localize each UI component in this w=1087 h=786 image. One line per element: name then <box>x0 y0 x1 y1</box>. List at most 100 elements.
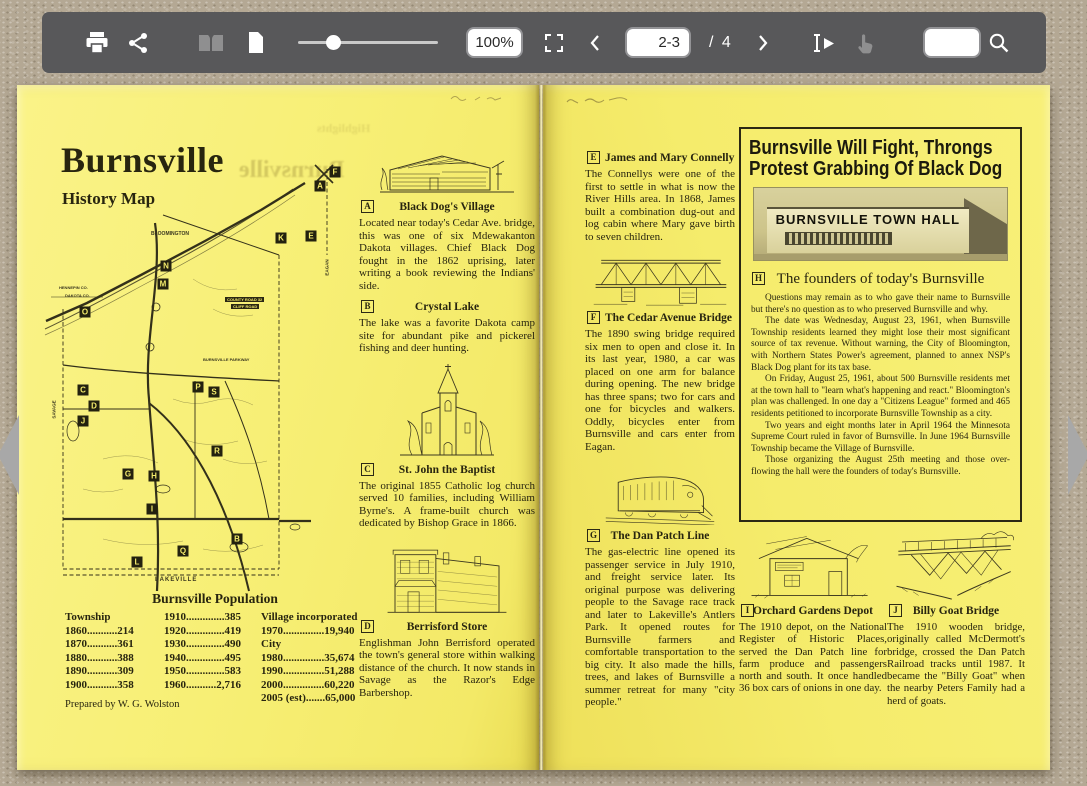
prepared-by-credit: Prepared by W. G. Wolston <box>65 699 179 710</box>
headline-line-2: Protest Grabbing Of Black Dog <box>749 159 975 180</box>
map-marker-P: P <box>193 382 204 393</box>
map-roads <box>43 159 345 593</box>
left-page-column: A Black Dog's Village Located near today… <box>359 148 535 707</box>
fullscreen-button[interactable] <box>545 34 563 52</box>
town-hall-sign: BURNSVILLE TOWN HALL <box>767 212 969 227</box>
share-button[interactable] <box>127 32 149 54</box>
section-title: St. John the Baptist <box>359 463 535 477</box>
single-page-view-icon <box>246 31 266 54</box>
map-marker-F: F <box>330 167 341 178</box>
section-letter: B <box>361 300 374 313</box>
section-letter: I <box>741 604 754 617</box>
church-illustration <box>392 363 502 459</box>
right-page[interactable]: E James and Mary Connelly The Connellys … <box>543 85 1050 770</box>
map-marker-D: D <box>89 401 100 412</box>
pencil-scribble <box>447 91 507 105</box>
previous-page-button[interactable] <box>589 34 601 52</box>
search-button[interactable] <box>988 32 1010 54</box>
pencil-scribble <box>563 93 633 107</box>
section-title: The Cedar Avenue Bridge <box>585 311 735 325</box>
zoom-slider-thumb[interactable] <box>326 35 341 50</box>
zoom-level-display[interactable]: 100% <box>466 27 523 58</box>
print-button[interactable] <box>85 32 109 54</box>
fullscreen-icon <box>545 34 563 52</box>
previous-spread-arrow[interactable] <box>0 415 19 495</box>
viewer-toolbar: 100% / 4 <box>42 12 1046 73</box>
section-text: The 1910 depot, on the National Register… <box>739 621 887 695</box>
right-page-left-column: E James and Mary Connelly The Connellys … <box>585 151 735 717</box>
zoom-slider[interactable] <box>298 41 438 44</box>
map-label-eagan: EAGAN <box>325 259 330 275</box>
population-col-city: Village incorporated 1970...............… <box>261 611 357 706</box>
section-i: I Orchard Gardens Depot The 1910 depot, … <box>739 604 887 695</box>
hand-tool-icon <box>855 32 875 54</box>
share-icon <box>127 32 149 54</box>
left-page[interactable]: Highlights Burnsville Burnsville History… <box>17 85 539 770</box>
section-c: C St. John the Baptist The original 1855… <box>359 463 535 530</box>
section-text: The 1890 swing bridge required six men t… <box>585 328 735 453</box>
single-page-view-button[interactable] <box>246 31 266 54</box>
map-label-lakeville: LAKEVILLE <box>155 577 197 583</box>
section-letter: G <box>587 529 600 542</box>
search-icon <box>988 32 1010 54</box>
map-label-county-road: COUNTY ROAD 32 <box>225 297 264 302</box>
map-marker-E: E <box>306 231 317 242</box>
section-letter: J <box>889 604 902 617</box>
section-title: Crystal Lake <box>359 300 535 314</box>
section-letter: F <box>587 311 600 324</box>
two-page-view-button[interactable] <box>196 32 226 54</box>
search-input[interactable] <box>923 27 981 58</box>
next-page-button[interactable] <box>757 34 769 52</box>
map-label-savage: SAVAGE <box>52 400 57 418</box>
map-marker-M: M <box>158 279 169 290</box>
next-spread-arrow[interactable] <box>1068 415 1087 495</box>
map-marker-O: O <box>80 307 91 318</box>
section-text: The Connellys were one of the first to s… <box>585 168 735 243</box>
founders-text: Questions may remain as to who gave thei… <box>751 293 1010 479</box>
section-letter: H <box>752 272 765 285</box>
map-label-parkway: BURNSVILLE PARKWAY <box>203 357 249 362</box>
section-title: Berrisford Store <box>359 620 535 634</box>
section-text: The 1910 wooden bridge, originally calle… <box>887 621 1025 707</box>
map-label-hennepin: HENNEPIN CO. <box>59 285 88 290</box>
photo-window-strip <box>785 232 892 245</box>
founders-title: The founders of today's Burnsville <box>777 271 985 287</box>
chevron-right-icon <box>757 34 769 52</box>
section-title: Orchard Gardens Depot <box>739 604 887 618</box>
book-spine <box>535 85 547 770</box>
map-marker-N: N <box>161 261 172 272</box>
text-select-tool-button[interactable] <box>809 32 835 54</box>
hand-tool-button[interactable] <box>855 32 875 54</box>
map-marker-S: S <box>209 387 220 398</box>
headline: Burnsville Will Fight, Throngs Protest G… <box>749 138 1012 180</box>
section-j: J Billy Goat Bridge The 1910 wooden brid… <box>887 604 1025 707</box>
log-cabin-illustration <box>372 150 522 196</box>
section-e: E James and Mary Connelly The Connellys … <box>585 151 735 243</box>
section-text: Located near today's Cedar Ave. bridge, … <box>359 217 535 292</box>
section-text: Englishman John Berrisford operated the … <box>359 637 535 700</box>
map-label-cliff-road: CLIFF ROAD <box>231 304 259 309</box>
section-a: A Black Dog's Village Located near today… <box>359 200 535 292</box>
photo-ground <box>754 254 1007 260</box>
train-illustration <box>595 461 725 525</box>
section-title: Billy Goat Bridge <box>887 604 1025 618</box>
store-illustration <box>377 538 517 616</box>
map-marker-A: A <box>315 181 326 192</box>
map-marker-L: L <box>132 557 143 568</box>
section-letter: C <box>361 463 374 476</box>
founders-heading: H The founders of today's Burnsville <box>741 270 1020 288</box>
newspaper-clipping: Burnsville Will Fight, Throngs Protest G… <box>739 127 1022 522</box>
wooden-bridge-illustration <box>891 531 1019 601</box>
photo-roof-shadow <box>964 198 1007 260</box>
headline-line-1: Burnsville Will Fight, Throngs <box>749 138 975 159</box>
population-col-mid: 1910..............385 1920..............… <box>164 611 241 692</box>
section-g: G The Dan Patch Line The gas-electric li… <box>585 529 735 709</box>
page-number-input[interactable] <box>625 27 691 58</box>
map-marker-G: G <box>123 469 134 480</box>
map-marker-H: H <box>149 471 160 482</box>
population-col-township: Township 1860...........214 1870........… <box>65 611 134 692</box>
population-title: Burnsville Population <box>63 591 367 607</box>
flipbook-viewer: 100% / 4 <box>0 0 1087 786</box>
history-map: BLOOMINGTON HENNEPIN CO. DAKOTA CO. COUN… <box>43 159 345 593</box>
section-title: James and Mary Connelly <box>585 151 735 165</box>
